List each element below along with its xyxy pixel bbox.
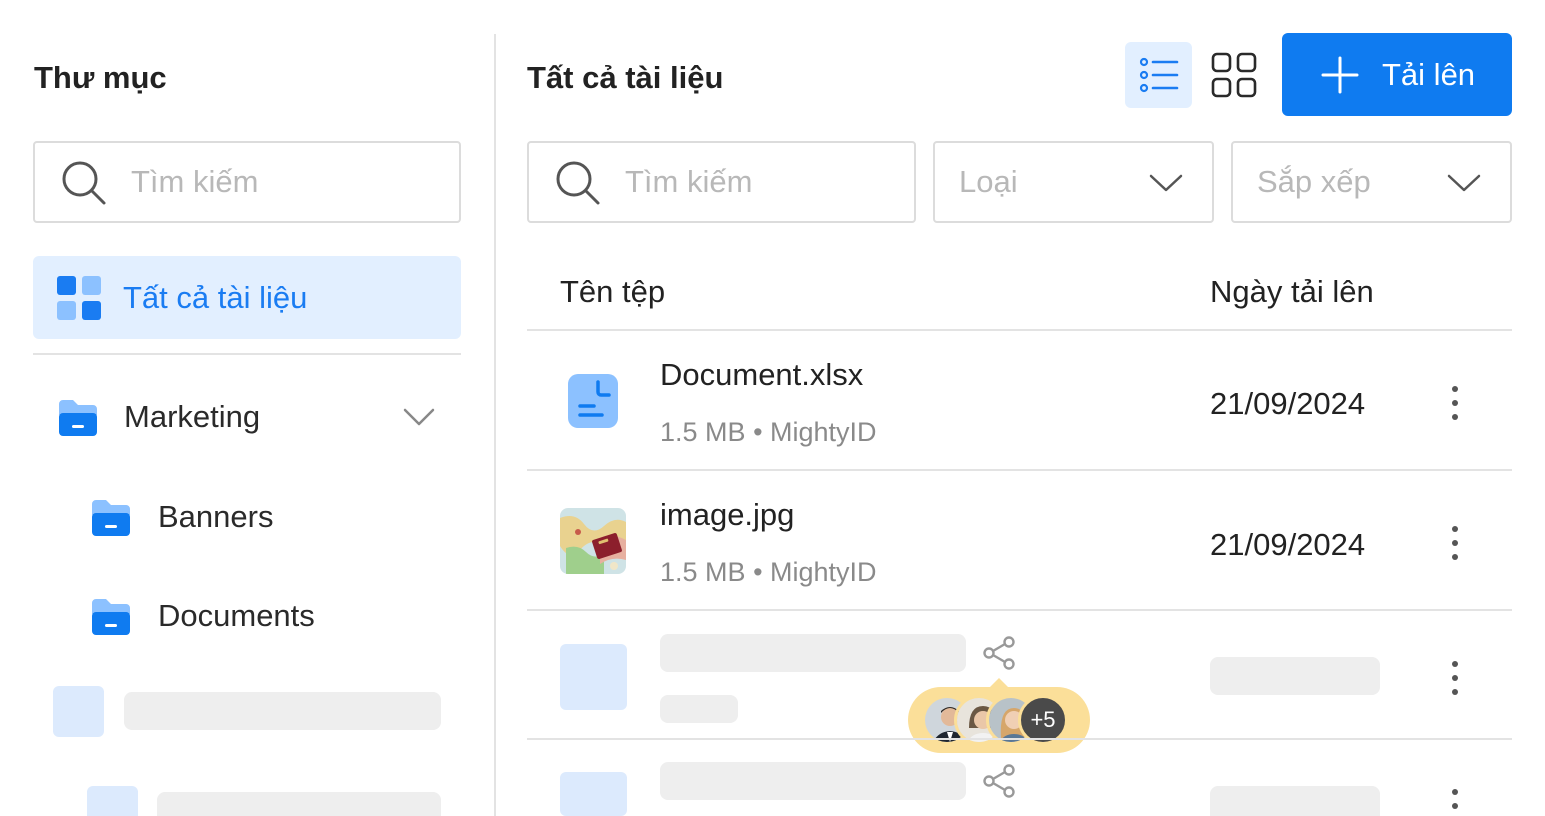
skeleton-folder-icon (87, 786, 138, 816)
skeleton-file-date (1210, 657, 1380, 695)
chevron-down-icon (1447, 174, 1481, 192)
file-search-input[interactable] (625, 164, 885, 200)
skeleton-file-name (660, 762, 966, 800)
file-owner: MightyID (770, 417, 877, 447)
skeleton-file-icon (560, 772, 627, 816)
document-icon (568, 374, 618, 428)
sidebar-folder-banners[interactable]: Banners (90, 493, 273, 541)
sidebar-item-all-documents[interactable]: Tất cả tài liệu (33, 256, 461, 339)
file-size: 1.5 MB (660, 417, 746, 447)
folder-icon (92, 500, 130, 536)
file-owner: MightyID (770, 557, 877, 587)
column-header-upload-date[interactable]: Ngày tải lên (1210, 274, 1374, 310)
file-size: 1.5 MB (660, 557, 746, 587)
chevron-down-icon (1149, 174, 1183, 192)
more-options-icon[interactable] (1445, 786, 1465, 816)
list-view-button[interactable] (1125, 42, 1192, 108)
skeleton-file-name (660, 634, 966, 672)
file-name: image.jpg (660, 497, 795, 532)
file-meta: 1.5 MB • MightyID (660, 417, 877, 448)
grid-view-icon (1211, 52, 1256, 98)
type-filter-label: Loại (959, 164, 1018, 199)
sidebar-folder-documents[interactable]: Documents (90, 592, 315, 640)
more-options-icon[interactable] (1445, 523, 1465, 563)
sidebar-divider (33, 353, 461, 355)
more-options-icon[interactable] (1445, 383, 1465, 423)
skeleton-folder-label (124, 692, 441, 730)
grid-view-button[interactable] (1200, 42, 1267, 108)
plus-icon (1321, 56, 1359, 93)
folder-icon (92, 599, 130, 635)
shared-users-popover[interactable]: +5 (908, 687, 1090, 753)
sidebar-title: Thư mục (34, 60, 167, 95)
sidebar-search-box[interactable] (33, 141, 461, 223)
column-header-file-name[interactable]: Tên tệp (560, 274, 665, 310)
skeleton-file-icon (560, 644, 627, 710)
meta-separator: • (753, 557, 763, 587)
skeleton-file-date (1210, 786, 1380, 816)
upload-button[interactable]: Tải lên (1282, 33, 1512, 116)
sidebar-folder-marketing[interactable]: Marketing (57, 393, 437, 441)
type-filter-dropdown[interactable]: Loại (933, 141, 1214, 223)
file-date: 21/09/2024 (1210, 527, 1366, 562)
sort-dropdown[interactable]: Sắp xếp (1231, 141, 1512, 223)
skeleton-folder-label (157, 792, 441, 816)
file-search-box[interactable] (527, 141, 916, 223)
folder-icon (59, 400, 97, 436)
sort-label: Sắp xếp (1257, 164, 1371, 199)
sidebar-item-label: Tất cả tài liệu (123, 279, 308, 315)
share-icon[interactable] (982, 764, 1016, 798)
skeleton-folder-icon (53, 686, 104, 737)
file-date: 21/09/2024 (1210, 386, 1366, 421)
folder-label: Marketing (124, 399, 261, 434)
chevron-down-icon[interactable] (401, 399, 437, 435)
more-options-icon[interactable] (1445, 658, 1465, 698)
image-thumbnail (560, 508, 626, 574)
table-divider (527, 469, 1512, 471)
table-divider (527, 329, 1512, 331)
share-icon[interactable] (982, 636, 1016, 670)
search-icon (62, 161, 106, 205)
skeleton-file-meta (660, 695, 738, 723)
upload-button-label: Tải lên (1382, 56, 1476, 92)
file-name: Document.xlsx (660, 357, 864, 392)
meta-separator: • (753, 417, 763, 447)
folder-label: Banners (158, 499, 274, 534)
table-divider (527, 609, 1512, 611)
folder-label: Documents (158, 598, 315, 633)
table-divider (527, 738, 1512, 740)
list-view-icon (1139, 57, 1178, 93)
sidebar-divider-vertical (494, 34, 496, 816)
folder-sidebar: Thư mục Tất cả tài liệu Marketing (0, 0, 495, 816)
file-meta: 1.5 MB • MightyID (660, 557, 877, 588)
page-title: Tất cả tài liệu (527, 60, 724, 95)
sidebar-search-input[interactable] (131, 164, 391, 200)
search-icon (556, 161, 600, 205)
grid-icon (57, 275, 101, 320)
